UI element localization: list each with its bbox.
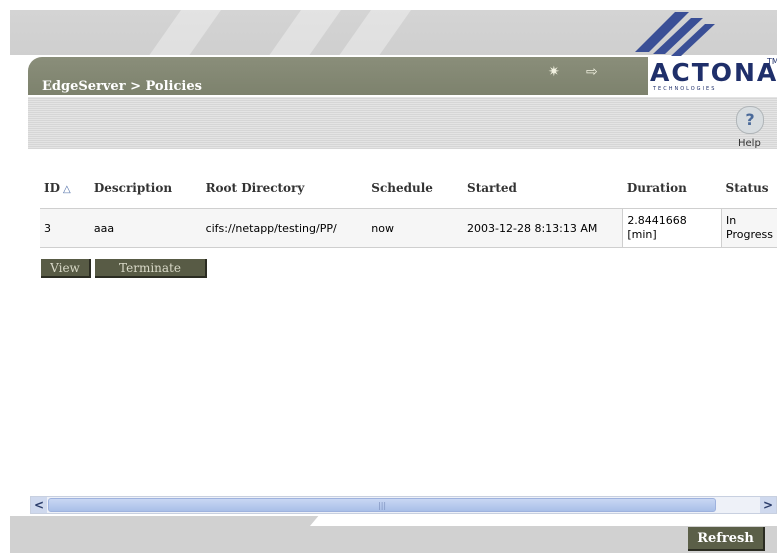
logo-subtext: TECHNOLOGIES	[653, 86, 717, 92]
view-button[interactable]: View	[41, 259, 91, 278]
cell-status: In Progress	[721, 208, 777, 248]
column-header-started[interactable]: Started	[463, 168, 623, 209]
status-line: Progress	[726, 228, 773, 241]
scroll-left-button[interactable]: <	[31, 497, 47, 513]
cell-description: aaa	[89, 208, 202, 248]
scroll-right-button[interactable]: >	[760, 497, 776, 513]
footer-decoration	[309, 514, 777, 526]
column-header-id[interactable]: ID △	[40, 168, 90, 209]
status-line: In	[726, 214, 737, 227]
banner-stripe	[131, 10, 229, 55]
logout-icon[interactable]: ⇨	[586, 64, 598, 80]
cell-started: 2003-12-28 8:13:13 AM	[463, 208, 623, 248]
terminate-button[interactable]: Terminate	[95, 259, 207, 278]
column-header-schedule[interactable]: Schedule	[367, 168, 463, 209]
duration-value: 2.8441668	[627, 214, 687, 227]
cell-schedule: now	[367, 208, 464, 248]
column-header-label: ID	[44, 181, 61, 195]
policies-table: ID △ Description Root Directory Schedule …	[40, 168, 777, 248]
refresh-button[interactable]: Refresh	[688, 527, 765, 551]
cell-id: 3	[40, 208, 90, 248]
toolbar-band	[28, 97, 777, 149]
logo-trademark: TM	[767, 57, 777, 66]
column-header-status[interactable]: Status	[722, 168, 777, 209]
scrollbar-grip-icon: |||	[378, 501, 387, 510]
help-icon[interactable]: ?	[736, 106, 764, 134]
table-header-row: ID △ Description Root Directory Schedule …	[40, 168, 777, 209]
duration-unit: [min]	[627, 228, 657, 241]
cell-duration: 2.8441668 [min]	[622, 208, 723, 248]
breadcrumb: EdgeServer > Policies	[42, 79, 202, 94]
logo-text: ACTONA	[650, 58, 777, 87]
column-header-duration[interactable]: Duration	[623, 168, 722, 209]
table-row[interactable]: 3 aaa cifs://netapp/testing/PP/ now 2003…	[40, 208, 777, 248]
wand-icon[interactable]: ✷	[548, 64, 560, 80]
column-header-root-directory[interactable]: Root Directory	[202, 168, 368, 209]
column-header-description[interactable]: Description	[90, 168, 202, 209]
banner-stripe	[251, 10, 349, 55]
help-label[interactable]: Help	[738, 138, 761, 149]
sort-ascending-icon[interactable]: △	[63, 184, 71, 195]
banner-stripe	[321, 10, 419, 55]
cell-root-directory: cifs://netapp/testing/PP/	[201, 208, 368, 248]
